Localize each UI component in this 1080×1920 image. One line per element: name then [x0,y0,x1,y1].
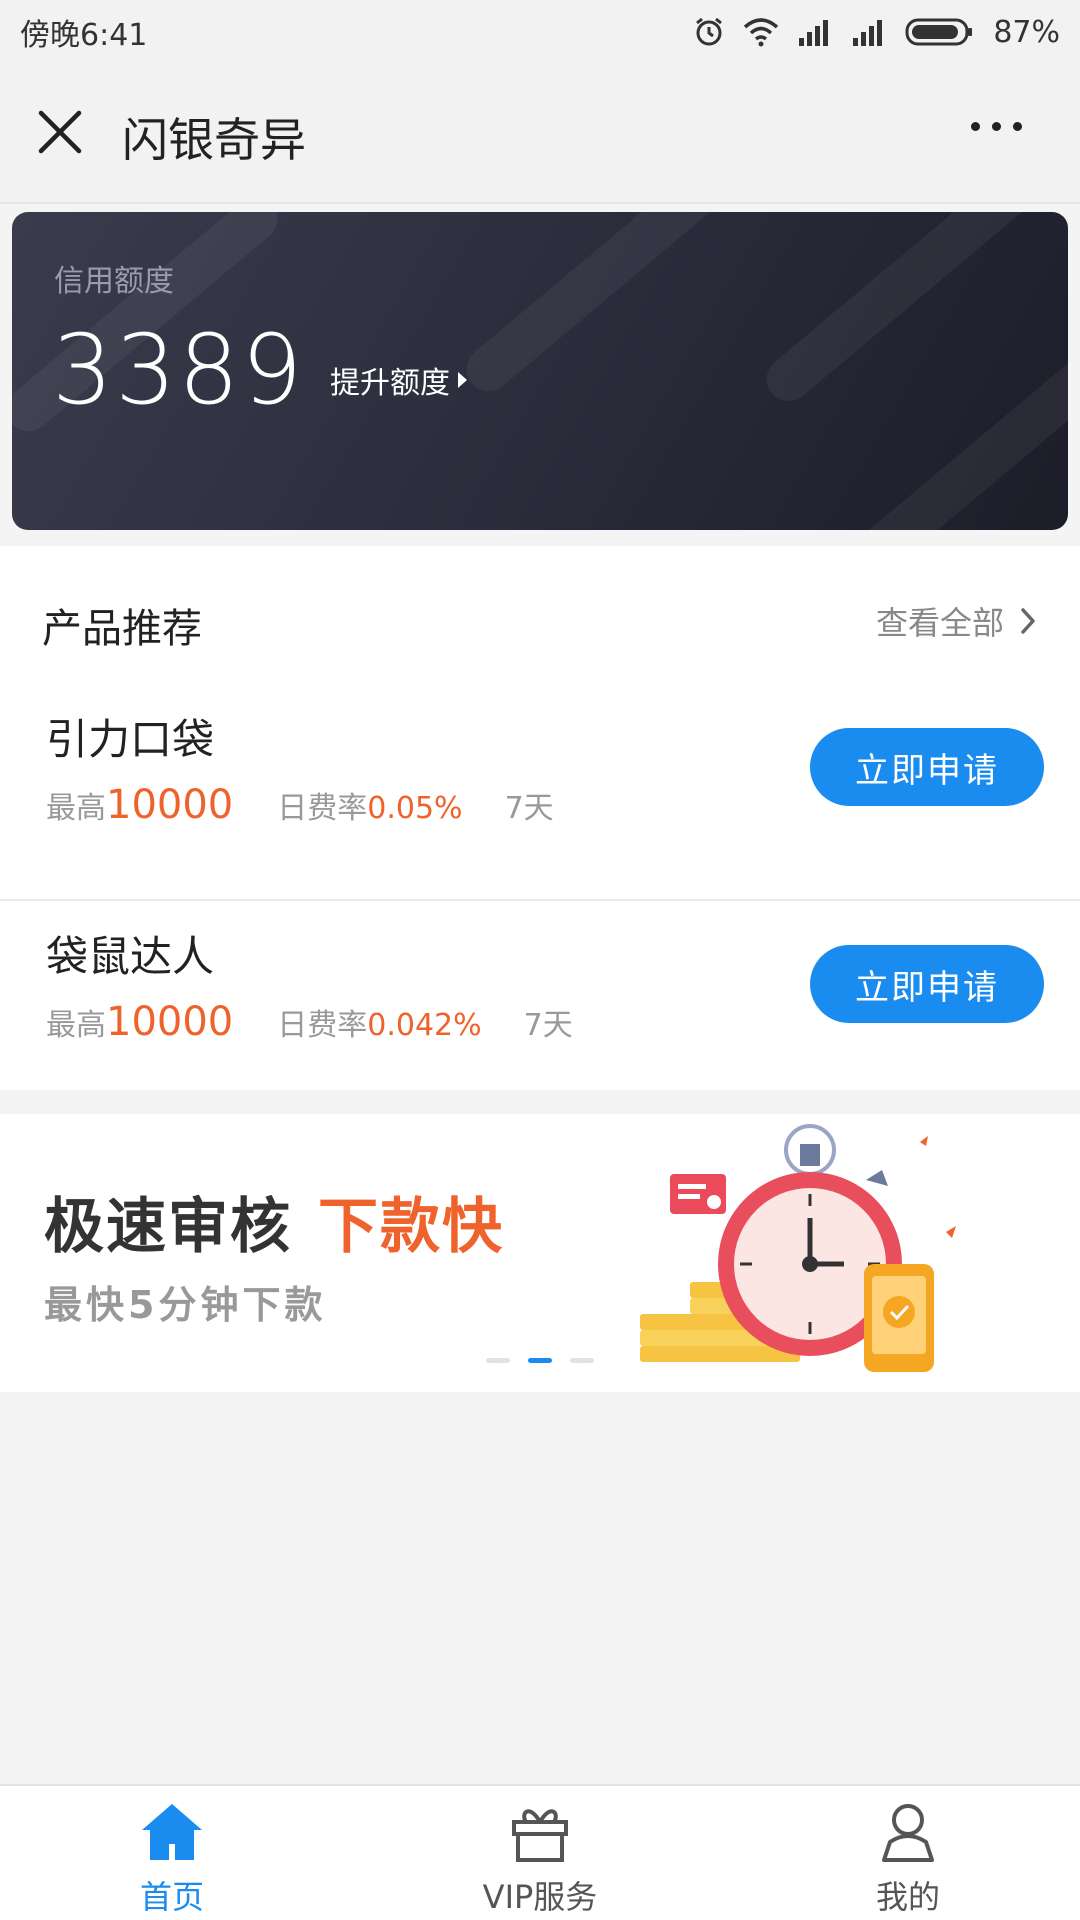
triangle-right-icon [458,372,467,388]
carousel-dot [570,1358,594,1363]
product-meta: 最高 10000 日费率 0.042% 7天 [46,999,573,1045]
apply-button[interactable]: 立即申请 [810,728,1044,806]
status-bar: 傍晚6:41 87% [0,0,1080,64]
gift-icon [512,1809,568,1862]
max-amount-prefix: 最高 [46,1008,106,1043]
page-title: 闪银奇异 [122,113,306,167]
promo-banner[interactable]: 极速审核 下款快 最快5分钟下款 [0,1114,1080,1392]
battery-percent: 87% [993,14,1060,50]
close-icon [38,110,82,154]
rate-prefix: 日费率 [277,791,368,826]
tab-label: VIP服务 [482,1878,598,1916]
carousel-dot-active [528,1358,552,1363]
section-header: 产品推荐 查看全部 [0,546,1080,686]
rate-prefix: 日费率 [277,1008,368,1043]
title-bar: 闪银奇异 [0,64,1080,204]
status-icons: 87% [693,15,1060,50]
product-item[interactable]: 引力口袋 最高 10000 日费率 0.05% 7天 立即申请 [0,686,1080,901]
more-options-button[interactable] [971,122,1022,131]
chevron-right-icon [1021,608,1035,634]
signal-icon [799,20,829,46]
max-amount-prefix: 最高 [46,791,106,826]
card-decoration [757,212,1047,411]
credit-limit-card: 信用额度 3389 提升额度 [12,212,1068,530]
home-icon [142,1804,202,1860]
banner-title-accent: 下款快 [318,1192,504,1262]
card-decoration [837,337,1068,530]
user-icon [882,1804,934,1862]
carousel-indicator [486,1358,594,1363]
credit-limit-label: 信用额度 [54,264,174,299]
status-time: 傍晚6:41 [20,18,148,53]
daily-rate: 0.05% [367,791,463,826]
more-dot-icon [1013,122,1022,131]
tab-label: 我的 [875,1878,940,1916]
max-amount: 10000 [106,782,234,828]
bottom-tab-bar: 首页 VIP服务 我的 [0,1784,1080,1920]
view-all-label: 查看全部 [875,604,1004,642]
raise-limit-link[interactable]: 提升额度 [330,358,467,402]
tab-profile[interactable]: 我的 [808,1800,1008,1918]
more-dot-icon [992,122,1001,131]
product-item[interactable]: 袋鼠达人 最高 10000 日费率 0.042% 7天 立即申请 [0,903,1080,1118]
alarm-icon [696,17,723,46]
product-meta: 最高 10000 日费率 0.05% 7天 [46,782,554,828]
card-decoration [457,212,747,401]
loan-term: 7天 [523,1008,573,1043]
credit-limit-value: 3389 [52,314,305,426]
product-recommendations: 产品推荐 查看全部 引力口袋 最高 10000 日费率 0.05% 7天 立即申… [0,546,1080,1090]
close-button[interactable] [36,108,84,156]
max-amount: 10000 [106,999,234,1045]
banner-subtitle: 最快5分钟下款 [44,1283,327,1327]
stopwatch-illustration [640,1124,956,1372]
tab-home[interactable]: 首页 [72,1800,272,1918]
carousel-dot [486,1358,510,1363]
view-all-link[interactable]: 查看全部 [876,598,1036,644]
product-name: 袋鼠达人 [46,932,215,981]
daily-rate: 0.042% [367,1008,482,1043]
banner-title: 极速审核 下款快 [44,1178,504,1265]
tab-vip-service[interactable]: VIP服务 [440,1800,640,1918]
section-title: 产品推荐 [42,606,202,652]
signal-icon [853,20,883,46]
product-name: 引力口袋 [46,715,215,764]
more-dot-icon [971,122,980,131]
wifi-icon [744,18,779,47]
apply-button[interactable]: 立即申请 [810,945,1044,1023]
banner-title-main: 极速审核 [44,1192,292,1262]
tab-label: 首页 [139,1878,204,1916]
loan-term: 7天 [504,791,554,826]
battery-icon [905,18,973,46]
raise-limit-label: 提升额度 [330,366,450,401]
